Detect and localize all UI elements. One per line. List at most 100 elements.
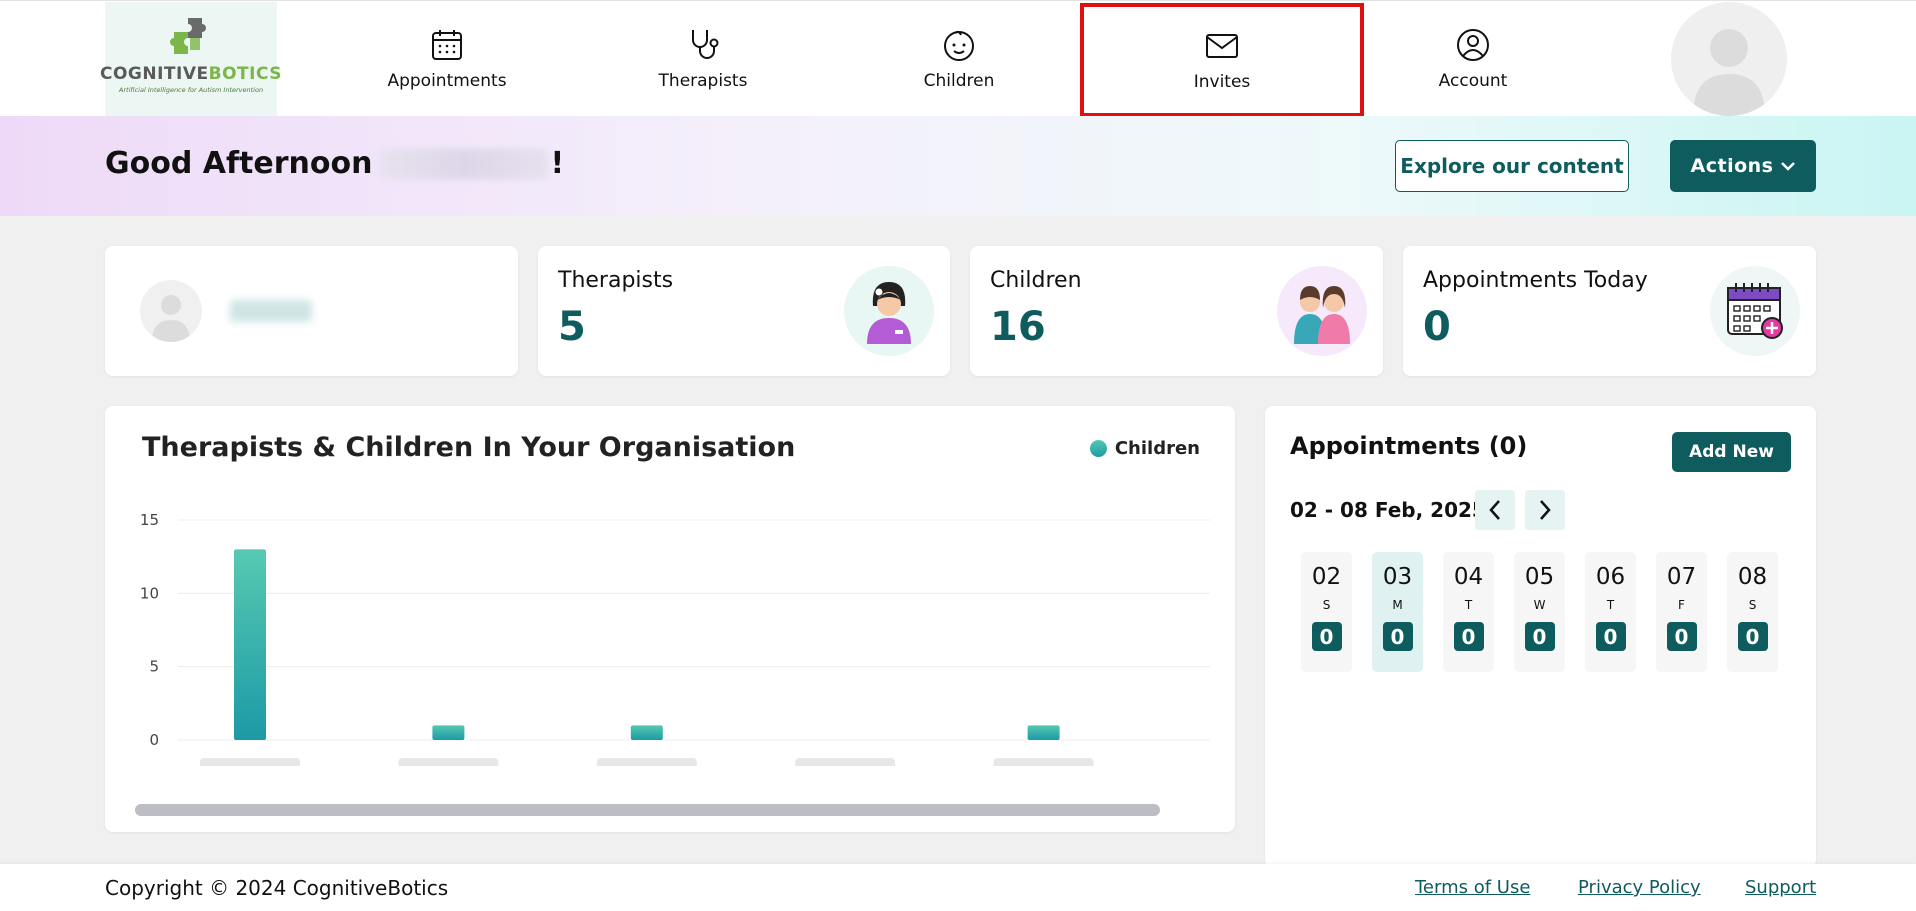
day-appointment-count: 0 <box>1666 622 1697 651</box>
chevron-right-icon <box>1540 500 1551 520</box>
x-tick-label-blurred <box>795 758 896 766</box>
chart-bar[interactable] <box>630 725 663 740</box>
appointments-today-stat-card[interactable]: Appointments Today 0 <box>1403 246 1816 376</box>
calendar-plus-icon <box>1727 283 1783 339</box>
nav-appointments[interactable]: Appointments <box>319 1 575 117</box>
day-cell[interactable]: 02 S 0 <box>1301 552 1352 672</box>
cognitivebotics-logo[interactable]: COGNITIVEBOTICS Artificial Intelligence … <box>100 2 281 116</box>
x-tick-label-blurred <box>596 758 697 766</box>
children-illustration <box>1277 266 1367 356</box>
bar-chart: 0 5 10 15 <box>140 511 1210 766</box>
user-circle-icon <box>1457 29 1489 61</box>
y-tick-label: 5 <box>149 658 159 676</box>
day-cell[interactable]: 05 W 0 <box>1514 552 1565 672</box>
blurred-organisation-name <box>230 300 312 322</box>
y-tick-label: 0 <box>149 731 159 749</box>
explore-content-button[interactable]: Explore our content <box>1395 140 1629 192</box>
nav-children[interactable]: Children <box>831 1 1087 117</box>
greeting-banner: Good Afternoon ! Explore our content Act… <box>0 116 1916 216</box>
baby-face-icon <box>944 30 974 61</box>
next-week-button[interactable] <box>1525 490 1565 530</box>
day-cell[interactable]: 06 T 0 <box>1585 552 1636 672</box>
appointments-title: Appointments (0) <box>1290 432 1528 460</box>
blurred-user-name <box>380 148 549 179</box>
default-avatar-icon <box>152 295 190 342</box>
chart-bar[interactable] <box>1027 725 1060 740</box>
actions-dropdown-button[interactable]: Actions <box>1670 140 1816 192</box>
user-avatar[interactable] <box>1671 2 1787 116</box>
day-number: 02 <box>1311 564 1342 590</box>
greeting-suffix: ! <box>550 146 565 181</box>
day-number: 06 <box>1595 564 1626 590</box>
x-tick-label-blurred <box>200 758 300 766</box>
day-number: 05 <box>1524 564 1555 590</box>
therapists-stat-card[interactable]: Therapists 5 <box>538 246 950 376</box>
nav-invites[interactable]: Invites <box>1080 3 1364 117</box>
logo-tagline: Artificial Intelligence for Autism Inter… <box>118 86 264 94</box>
day-number: 04 <box>1453 564 1484 590</box>
nav-label: Therapists <box>658 71 748 91</box>
day-letter: F <box>1678 598 1685 612</box>
stat-title: Appointments Today <box>1423 268 1648 293</box>
copyright-text: Copyright © 2024 CognitiveBotics <box>105 876 449 900</box>
day-cell[interactable]: 07 F 0 <box>1656 552 1707 672</box>
day-cell[interactable]: 08 S 0 <box>1727 552 1778 672</box>
actions-label: Actions <box>1690 155 1774 177</box>
week-days-strip: 02 S 0 03 M 0 04 T 0 05 W 0 06 T 0 07 F 0 08 S 0 <box>1301 552 1778 672</box>
x-tick-label-blurred <box>398 758 499 766</box>
y-tick-label: 10 <box>140 584 159 602</box>
stat-title: Therapists <box>558 268 674 293</box>
stat-value: 16 <box>990 304 1046 350</box>
nav-label: Appointments <box>387 71 507 91</box>
day-number: 07 <box>1666 564 1697 590</box>
day-appointment-count: 0 <box>1595 622 1626 651</box>
envelope-icon <box>1206 34 1238 58</box>
appointments-panel: Appointments (0) Add New 02 - 08 Feb, 20… <box>1265 406 1816 868</box>
week-range-label: 02 - 08 Feb, 2025 <box>1290 498 1486 522</box>
children-stat-card[interactable]: Children 16 <box>970 246 1383 376</box>
chevron-down-icon <box>1781 162 1796 171</box>
organisation-avatar <box>140 280 202 342</box>
chart-horizontal-scrollbar[interactable] <box>135 804 1160 816</box>
chart-bar[interactable] <box>432 725 465 740</box>
day-letter: S <box>1322 598 1331 612</box>
day-cell[interactable]: 04 T 0 <box>1443 552 1494 672</box>
top-navbar: COGNITIVEBOTICS Artificial Intelligence … <box>0 0 1916 117</box>
chart-bar[interactable] <box>234 549 266 740</box>
day-appointment-count: 0 <box>1737 622 1768 651</box>
stat-value: 0 <box>1423 304 1451 350</box>
day-letter: T <box>1464 598 1473 612</box>
page-footer: Copyright © 2024 CognitiveBotics Terms o… <box>0 864 1916 911</box>
day-number: 08 <box>1737 564 1768 590</box>
two-children-icon <box>1294 286 1350 344</box>
previous-week-button[interactable] <box>1475 490 1515 530</box>
day-appointment-count: 0 <box>1524 622 1555 651</box>
terms-of-use-link[interactable]: Terms of Use <box>1415 877 1530 898</box>
day-letter: S <box>1748 598 1757 612</box>
organisation-card[interactable] <box>105 246 518 376</box>
day-appointment-count: 0 <box>1311 622 1342 651</box>
x-tick-label-blurred <box>993 758 1094 766</box>
support-link[interactable]: Support <box>1745 877 1816 898</box>
day-letter: T <box>1606 598 1615 612</box>
greeting-heading: Good Afternoon ! <box>105 146 564 181</box>
day-appointment-count: 0 <box>1382 622 1413 651</box>
add-new-appointment-button[interactable]: Add New <box>1672 432 1791 472</box>
therapist-illustration <box>844 266 934 356</box>
calendar-illustration <box>1710 266 1800 356</box>
logo-wordmark: COGNITIVEBOTICS <box>100 64 282 84</box>
organisation-chart-panel: Therapists & Children In Your Organisati… <box>105 406 1235 832</box>
day-cell[interactable]: 03 M 0 <box>1372 552 1423 672</box>
calendar-icon <box>432 30 462 60</box>
puzzle-logo-icon <box>170 18 206 54</box>
greeting-text: Good Afternoon <box>105 146 373 181</box>
female-therapist-icon <box>867 282 911 344</box>
stat-title: Children <box>990 268 1082 293</box>
day-number: 03 <box>1382 564 1413 590</box>
nav-therapists[interactable]: Therapists <box>575 1 831 117</box>
nav-account[interactable]: Account <box>1345 1 1601 117</box>
default-avatar-icon <box>1693 29 1765 116</box>
nav-label: Children <box>923 71 995 91</box>
day-appointment-count: 0 <box>1453 622 1484 651</box>
privacy-policy-link[interactable]: Privacy Policy <box>1578 877 1701 898</box>
